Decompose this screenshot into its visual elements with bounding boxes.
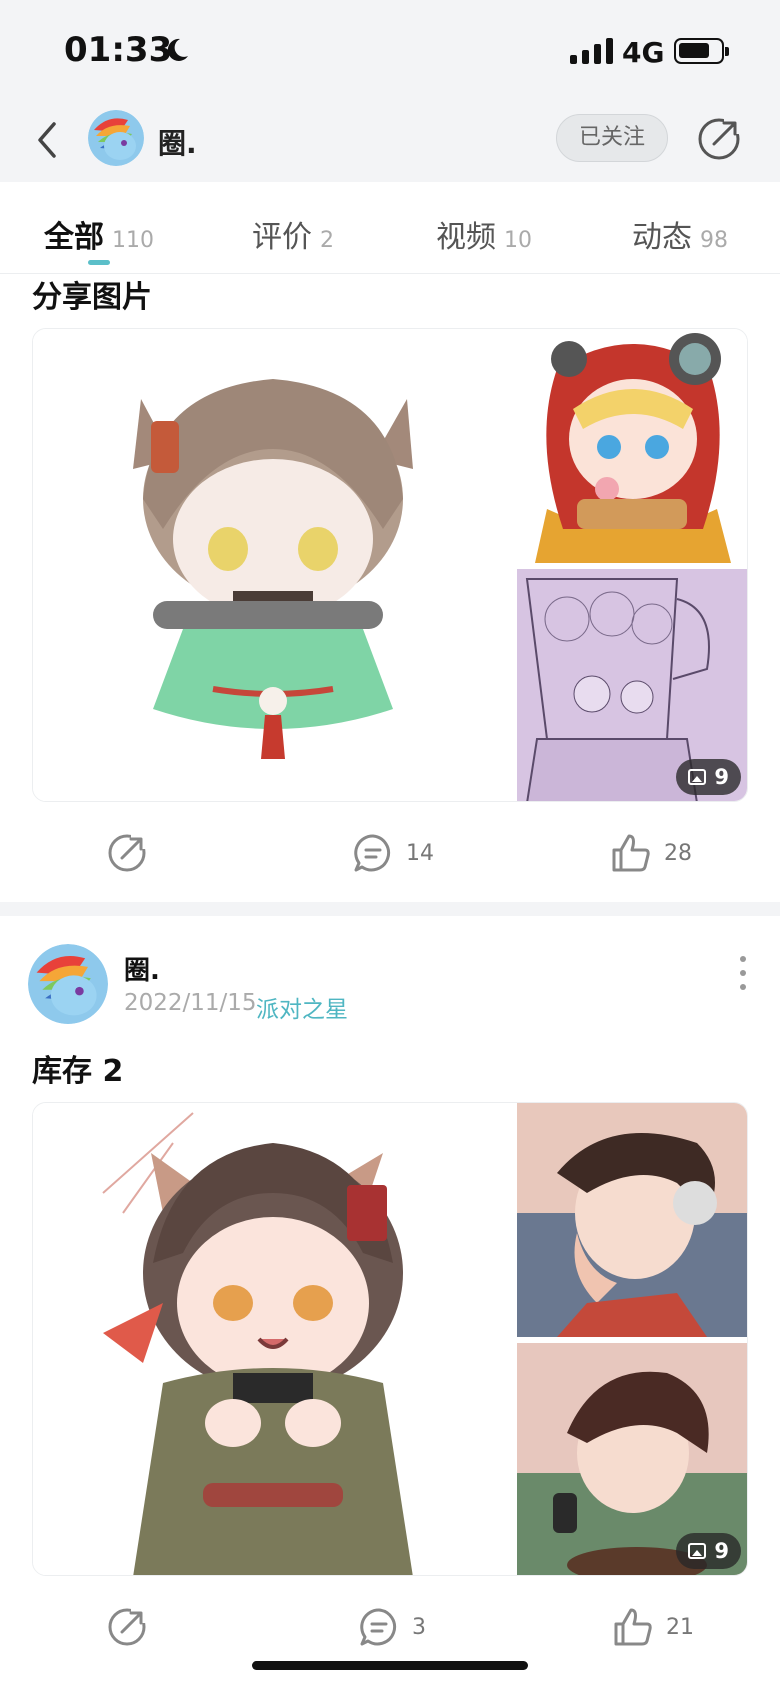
battery-icon xyxy=(674,38,729,64)
comment-icon xyxy=(354,834,391,872)
post-image[interactable] xyxy=(33,1103,515,1575)
like-count: 21 xyxy=(666,1614,694,1640)
tab-active-indicator xyxy=(88,260,110,265)
like-button[interactable]: 28 xyxy=(610,832,692,874)
post-topic-tag[interactable]: 派对之星 xyxy=(256,990,348,1024)
status-time: 01:33 xyxy=(64,30,173,70)
avatar[interactable] xyxy=(28,944,108,1024)
signal-icon xyxy=(570,38,613,64)
share-button[interactable] xyxy=(106,1606,148,1648)
more-icon[interactable] xyxy=(736,956,750,990)
top-nav-bar: 圈. 已关注 xyxy=(0,100,780,182)
post-image[interactable]: 9 xyxy=(517,569,747,801)
avatar[interactable] xyxy=(88,110,144,166)
back-icon[interactable] xyxy=(26,118,70,162)
share-icon xyxy=(108,1607,147,1646)
tab-label: 全部 xyxy=(44,220,104,255)
comment-button[interactable]: 14 xyxy=(352,832,434,874)
image-count: 9 xyxy=(714,1539,729,1563)
follow-button[interactable]: 已关注 xyxy=(556,114,668,162)
image-count: 9 xyxy=(714,765,729,789)
network-type: 4G xyxy=(622,36,665,69)
post-image[interactable] xyxy=(517,1103,747,1337)
profile-name: 圈. xyxy=(158,127,197,160)
status-bar: 01:33 4G xyxy=(0,0,780,100)
post-title: 库存 2 xyxy=(32,1054,124,1089)
tab-label: 评价 xyxy=(252,220,312,255)
like-icon xyxy=(612,834,650,872)
image-count-badge: 9 xyxy=(676,759,741,795)
comment-count: 14 xyxy=(406,840,434,866)
tab-videos[interactable]: 视频 10 xyxy=(436,212,532,256)
image-grid[interactable]: 9 xyxy=(32,328,748,802)
tab-label: 视频 xyxy=(436,220,496,255)
post-title: 分享图片 xyxy=(32,280,152,315)
comment-icon xyxy=(360,1608,397,1646)
home-indicator[interactable] xyxy=(252,1661,528,1670)
post-image[interactable] xyxy=(517,329,747,563)
post-image[interactable]: 9 xyxy=(517,1343,747,1575)
tab-all[interactable]: 全部 110 xyxy=(44,212,154,256)
image-count-badge: 9 xyxy=(676,1533,741,1569)
share-icon xyxy=(108,833,147,872)
post-image[interactable] xyxy=(33,329,515,801)
tab-reviews[interactable]: 评价 2 xyxy=(252,212,334,256)
tab-label: 动态 xyxy=(632,220,692,255)
like-count: 28 xyxy=(664,840,692,866)
post-date: 2022/11/15 xyxy=(124,990,257,1016)
comment-count: 3 xyxy=(412,1614,426,1640)
post-author[interactable]: 圈. xyxy=(124,950,160,987)
image-grid[interactable]: 9 xyxy=(32,1102,748,1576)
tab-bar: 全部 110 评价 2 视频 10 动态 98 xyxy=(0,182,780,274)
share-button[interactable] xyxy=(106,832,148,874)
share-icon[interactable] xyxy=(696,116,742,162)
post-actions: 14 28 xyxy=(0,822,780,882)
post-divider xyxy=(0,902,780,916)
tab-count: 10 xyxy=(504,228,532,253)
post-actions: 3 21 xyxy=(0,1596,780,1656)
tab-count: 110 xyxy=(112,228,154,253)
tab-count: 98 xyxy=(700,228,728,253)
tab-count: 2 xyxy=(320,228,334,253)
moon-icon xyxy=(167,38,188,61)
tab-moments[interactable]: 动态 98 xyxy=(632,212,728,256)
comment-button[interactable]: 3 xyxy=(358,1606,426,1648)
image-icon xyxy=(688,769,707,785)
image-icon xyxy=(688,1543,707,1559)
like-icon xyxy=(614,1608,652,1646)
like-button[interactable]: 21 xyxy=(612,1606,694,1648)
